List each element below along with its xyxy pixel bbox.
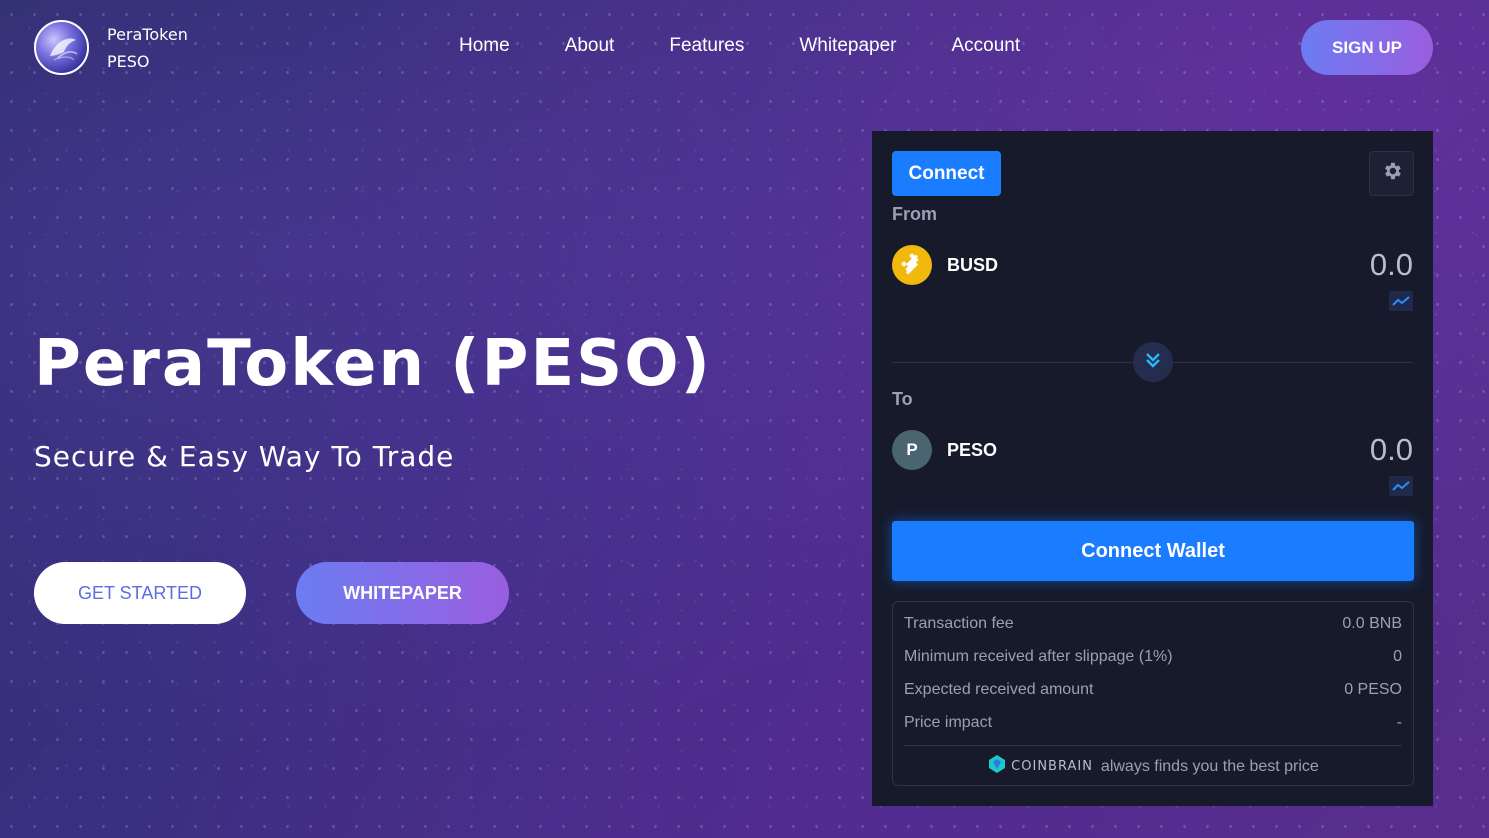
to-token-selector[interactable]: P PESO (892, 430, 997, 470)
coinbrain-logo-icon (987, 754, 1007, 779)
connect-button[interactable]: Connect (892, 151, 1001, 196)
from-amount-input[interactable]: 0.0 (1370, 247, 1413, 283)
from-price-chart-icon[interactable] (1389, 291, 1413, 311)
brand-name: PeraToken (107, 24, 188, 44)
info-value: 0.0 BNB (1342, 615, 1402, 632)
nav-home[interactable]: Home (459, 35, 510, 57)
connect-wallet-button[interactable]: Connect Wallet (892, 521, 1414, 581)
double-chevron-down-icon (1143, 350, 1163, 375)
info-value: 0 PESO (1344, 681, 1402, 698)
swap-direction-button[interactable] (1133, 342, 1173, 382)
info-label: Expected received amount (904, 681, 1094, 698)
info-label: Transaction fee (904, 615, 1014, 632)
whitepaper-button[interactable]: WHITEPAPER (296, 562, 509, 624)
hero-title: PeraToken (PESO) (34, 327, 712, 401)
sign-up-button[interactable]: SIGN UP (1301, 20, 1433, 75)
info-value: 0 (1393, 648, 1402, 665)
peso-token-initial: P (906, 440, 918, 459)
nav-whitepaper[interactable]: Whitepaper (799, 35, 896, 57)
to-amount-input[interactable]: 0.0 (1370, 432, 1413, 468)
busd-icon (892, 245, 932, 285)
brand-logo[interactable]: PeraToken PESO (34, 20, 188, 75)
to-label: To (892, 389, 913, 409)
settings-button[interactable] (1369, 151, 1414, 196)
to-token-name: PESO (947, 439, 998, 460)
get-started-button[interactable]: GET STARTED (34, 562, 246, 624)
nav-account[interactable]: Account (952, 35, 1021, 57)
nav-features[interactable]: Features (669, 35, 744, 57)
swap-widget: Connect From BUSD 0.0 To P PESO 0.0 Conn… (872, 131, 1433, 806)
gear-icon (1381, 160, 1403, 187)
from-token-name: BUSD (947, 254, 999, 275)
info-value: - (1396, 714, 1402, 731)
info-row-expected-amount: Expected received amount 0 PESO (904, 681, 1402, 699)
trade-info-panel: Transaction fee 0.0 BNB Minimum received… (892, 601, 1414, 786)
peso-token-icon: P (892, 430, 932, 470)
info-row-price-impact: Price impact - (904, 714, 1402, 732)
brand-ticker: PESO (107, 51, 150, 71)
from-label: From (892, 204, 937, 224)
from-token-selector[interactable]: BUSD (892, 245, 998, 285)
provider-tagline: always finds you the best price (1100, 757, 1319, 775)
info-label: Price impact (904, 714, 993, 731)
info-row-transaction-fee: Transaction fee 0.0 BNB (904, 615, 1402, 633)
nav-about[interactable]: About (565, 35, 615, 57)
bird-logo-icon (34, 20, 89, 75)
info-label: Minimum received after slippage (1%) (904, 648, 1173, 665)
hero-subtitle: Secure & Easy Way To Trade (34, 440, 455, 473)
info-row-min-received: Minimum received after slippage (1%) 0 (904, 648, 1402, 666)
info-separator (904, 745, 1402, 746)
main-nav: Home About Features Whitepaper Account (459, 35, 1075, 57)
provider-credit[interactable]: COINBRAIN always finds you the best pric… (893, 754, 1413, 779)
to-price-chart-icon[interactable] (1389, 476, 1413, 496)
provider-name: COINBRAIN (1011, 759, 1093, 774)
